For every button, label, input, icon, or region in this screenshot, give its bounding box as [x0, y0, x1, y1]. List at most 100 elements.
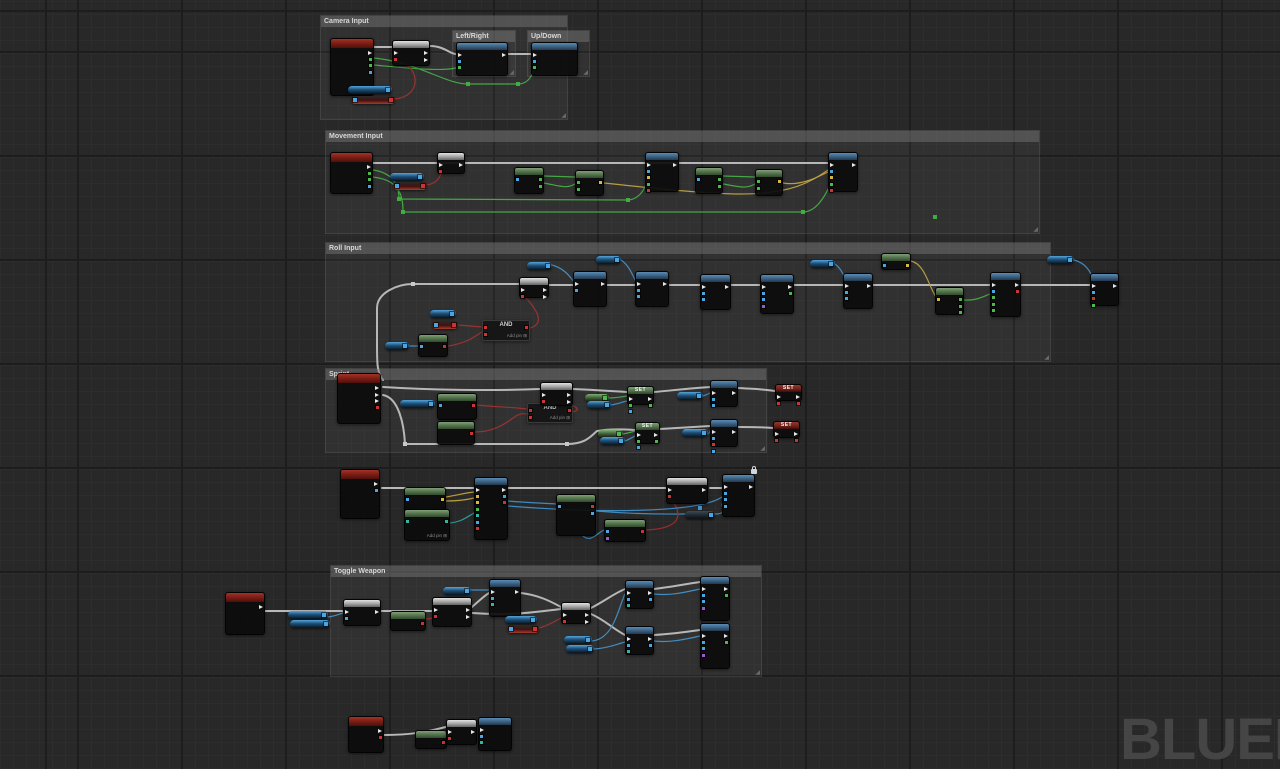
b-data-pin[interactable] — [708, 512, 714, 518]
b-data-pin-r1[interactable] — [502, 493, 507, 499]
toggle-call-node-1[interactable] — [489, 579, 521, 617]
movement-math-node-2[interactable] — [575, 170, 604, 196]
g-data-pin-l1[interactable] — [628, 402, 633, 408]
exec-pin-l0[interactable] — [637, 282, 641, 286]
b-data-pin[interactable] — [545, 263, 551, 269]
sprint-math-node-2[interactable] — [437, 421, 475, 445]
exec-pin-l0[interactable] — [712, 430, 716, 434]
y-data-pin-r0[interactable] — [777, 179, 782, 184]
b-data-pin-l2[interactable] — [723, 497, 728, 502]
exec-pin-r0[interactable] — [1113, 284, 1117, 288]
t-data-pin-l0[interactable] — [405, 519, 410, 524]
exec-pin-l0[interactable] — [575, 282, 579, 286]
g-data-pin-l3[interactable] — [829, 181, 834, 187]
roll-var-pill-3[interactable] — [385, 342, 409, 350]
b-data-pin[interactable] — [321, 612, 327, 618]
exec-pin-r1[interactable] — [424, 57, 428, 62]
g-data-pin[interactable] — [602, 395, 608, 401]
b-data-pin[interactable] — [385, 87, 391, 93]
b-data-pin[interactable] — [614, 257, 620, 263]
p-data-pin-l3[interactable] — [701, 652, 706, 658]
y-data-pin-l2[interactable] — [646, 175, 651, 180]
toggle-var-pill-6[interactable] — [564, 636, 592, 644]
t-data-pin-r0[interactable] — [444, 519, 449, 524]
g-data-pin-l3[interactable] — [475, 506, 480, 512]
b-data-pin[interactable] — [433, 322, 439, 328]
g-data-pin-r1[interactable] — [367, 170, 372, 176]
sprint-call-node-1[interactable] — [710, 380, 738, 408]
reroute-node-4[interactable] — [626, 198, 630, 202]
interact-call-node-2[interactable] — [722, 466, 757, 517]
comment-camera-input-resize-handle[interactable]: ◢ — [561, 113, 566, 119]
sprint-math-node-1[interactable] — [437, 393, 477, 420]
r-data-pin-l1[interactable] — [520, 293, 525, 299]
exec-pin-r0[interactable] — [788, 285, 792, 289]
r-data-pin-r0[interactable] — [640, 529, 645, 534]
toggle-event-node[interactable] — [225, 592, 265, 635]
exec-pin-r0[interactable] — [259, 605, 263, 609]
reroute-node-3[interactable] — [401, 210, 405, 214]
g-data-pin-r1[interactable] — [538, 183, 543, 189]
b-data-pin-l2[interactable] — [711, 403, 716, 408]
sprint-var-pill-1[interactable] — [400, 400, 435, 408]
exec-pin-l0[interactable] — [533, 53, 537, 57]
b-data-pin[interactable] — [604, 402, 610, 408]
reroute-node-5[interactable] — [801, 210, 805, 214]
exec-pin-r0[interactable] — [375, 386, 379, 390]
b-data-pin[interactable] — [618, 438, 624, 444]
r-data-pin-l1[interactable] — [562, 618, 567, 624]
b-data-pin-l2[interactable] — [761, 297, 766, 302]
b-data-pin-r3[interactable] — [367, 183, 372, 189]
b-data-pin-l2[interactable] — [844, 296, 849, 301]
y-data-pin-l1[interactable] — [475, 493, 480, 499]
b-data-pin[interactable] — [701, 430, 707, 436]
comment-sprint-resize-handle[interactable]: ◢ — [760, 446, 765, 452]
b-data-pin[interactable] — [417, 174, 423, 180]
blueprint-graph-canvas[interactable]: BLUEP Camera Input ◢ Left/Right ◢ Up/Down ◢ Mo… — [0, 0, 1280, 769]
interact-math-node-2[interactable]: Add pin ⊞ — [404, 509, 450, 541]
comment-left-right-resize-handle[interactable]: ◢ — [509, 70, 514, 76]
t-data-pin-l4[interactable] — [475, 513, 480, 518]
g-data-pin-r0[interactable] — [958, 297, 963, 302]
roll-var-pill-1[interactable] — [430, 310, 456, 318]
movement-branch-node[interactable] — [437, 152, 465, 174]
exec-pin-r1[interactable] — [543, 294, 547, 299]
r-data-pin-l2[interactable] — [711, 442, 716, 447]
exec-pin-r0[interactable] — [466, 608, 470, 612]
g-data-pin-r1[interactable] — [717, 183, 722, 189]
interact-branch-node[interactable] — [666, 477, 708, 504]
sprint-set-red-node-1[interactable]: SET — [775, 384, 802, 406]
b-data-pin[interactable] — [464, 588, 470, 594]
roll-math-node-2[interactable] — [935, 287, 964, 315]
g-data-pin-r1[interactable] — [654, 438, 659, 444]
camera-var-pill-2[interactable] — [351, 96, 395, 104]
toggle-var-pill-3[interactable] — [443, 587, 471, 595]
r-data-pin-r0[interactable] — [471, 403, 476, 408]
roll-and-node[interactable]: AND Add pin ⊞ — [482, 320, 530, 341]
r-data-pin-r1[interactable] — [378, 734, 383, 740]
b-data-pin-l1[interactable] — [701, 639, 706, 645]
b-data-pin-l0[interactable] — [405, 497, 410, 502]
roll-call-node-6[interactable] — [990, 272, 1021, 317]
exec-pin-l0[interactable] — [637, 433, 641, 437]
b-data-pin-l2[interactable] — [701, 646, 706, 651]
exec-pin-l0[interactable] — [668, 488, 672, 492]
exec-pin-l0[interactable] — [458, 53, 462, 57]
g-data-pin-l3[interactable] — [1091, 302, 1096, 308]
exec-pin-l0[interactable] — [845, 284, 849, 288]
p-data-pin-l3[interactable] — [701, 605, 706, 611]
bottom-event-node[interactable] — [348, 716, 384, 753]
exec-pin-l0[interactable] — [439, 163, 443, 167]
exec-pin-l0[interactable] — [491, 590, 495, 594]
r-data-pin-l4[interactable] — [646, 188, 651, 193]
exec-pin-r0[interactable] — [1015, 283, 1019, 287]
sprint-branch-node[interactable] — [540, 382, 573, 406]
exec-pin-r0[interactable] — [725, 285, 729, 289]
b-data-pin-l1[interactable] — [701, 592, 706, 598]
r-data-pin-l1[interactable] — [667, 493, 672, 499]
exec-pin-l0[interactable] — [762, 285, 766, 289]
sprint-var-pill-3[interactable] — [587, 401, 611, 409]
exec-pin-r0[interactable] — [724, 634, 728, 638]
b-data-pin-l1[interactable] — [636, 287, 641, 293]
b-data-pin-l0[interactable] — [438, 403, 443, 408]
